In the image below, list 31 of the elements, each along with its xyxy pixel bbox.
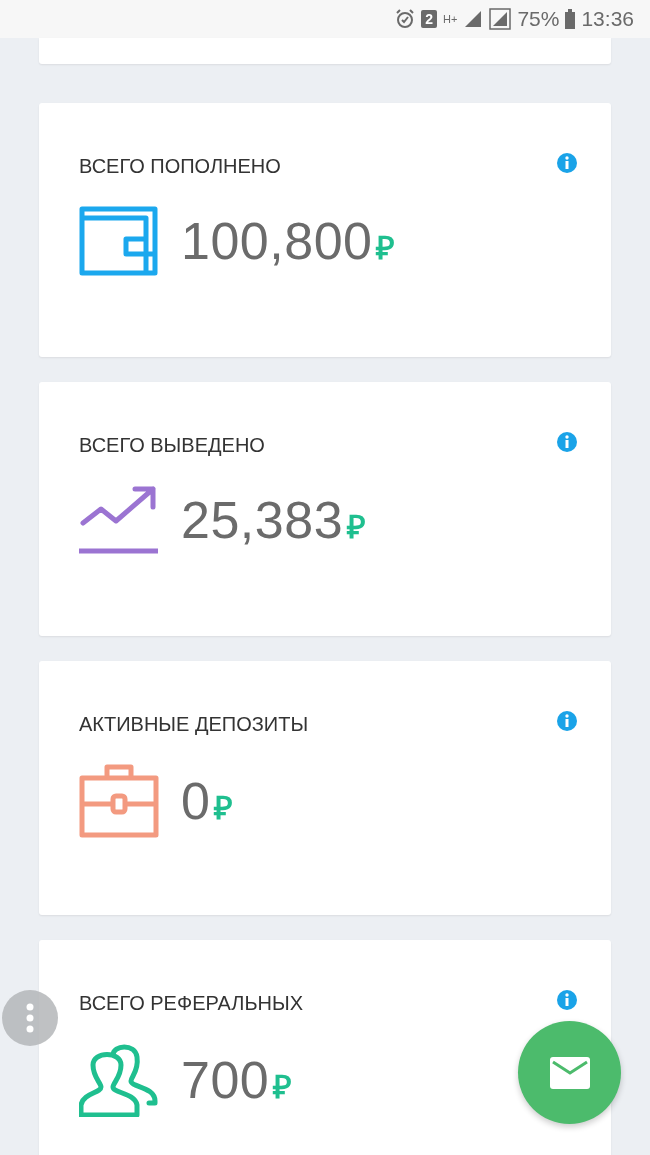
- card-title: ВСЕГО ПОПОЛНЕНО: [79, 155, 281, 178]
- amount: 100,800: [181, 211, 373, 271]
- sim-badge: 2: [421, 10, 438, 28]
- card-title: АКТИВНЫЕ ДЕПОЗИТЫ: [79, 713, 309, 736]
- users-icon: [79, 1043, 159, 1117]
- network-type: H+: [443, 13, 458, 25]
- currency-sign: ₽: [376, 229, 396, 268]
- info-icon[interactable]: [557, 990, 577, 1010]
- amount: 0: [181, 771, 211, 831]
- battery-level: 75%: [517, 7, 560, 31]
- amount: 25,383: [181, 490, 344, 550]
- trend-chart-icon: [79, 485, 159, 555]
- card-title: ВСЕГО РЕФЕРАЛЬНЫХ: [79, 992, 304, 1015]
- amount: 700: [181, 1050, 270, 1110]
- signal-icon: [463, 9, 484, 29]
- currency-sign: ₽: [214, 789, 234, 828]
- info-icon[interactable]: [557, 153, 577, 173]
- dots-icon: [26, 1003, 34, 1033]
- briefcase-icon: [79, 764, 159, 838]
- info-icon[interactable]: [557, 432, 577, 452]
- battery-icon: [565, 9, 576, 29]
- wallet-icon: [79, 206, 159, 276]
- signal-icon: [489, 8, 512, 30]
- alarm-icon: [395, 9, 416, 29]
- mail-icon: [549, 1056, 590, 1089]
- more-button[interactable]: [2, 990, 58, 1046]
- currency-sign: ₽: [347, 508, 367, 547]
- currency-sign: ₽: [273, 1068, 293, 1107]
- card-title: ВСЕГО ВЫВЕДЕНО: [79, 434, 265, 457]
- info-icon[interactable]: [557, 711, 577, 731]
- clock: 13:36: [581, 7, 634, 31]
